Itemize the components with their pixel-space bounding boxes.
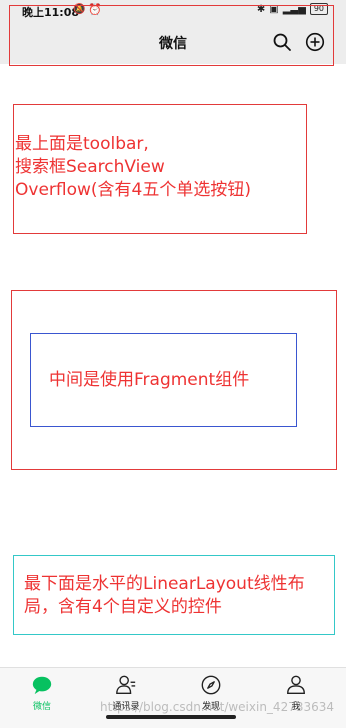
contacts-icon bbox=[116, 675, 136, 694]
toolbar-description-note: 最上面是toolbar, 搜索框SearchView Overflow(含有4五… bbox=[15, 134, 251, 200]
chat-icon bbox=[32, 676, 52, 695]
toolbar-annotation-frame bbox=[9, 5, 334, 66]
watermark: https://blog.csdn.net/weixin_42733634 bbox=[100, 700, 335, 714]
person-icon bbox=[287, 675, 305, 694]
nav-item-chats[interactable]: 微信 bbox=[12, 674, 72, 712]
nav-label-chats: 微信 bbox=[32, 702, 51, 712]
compass-icon bbox=[201, 675, 221, 695]
fragment-description-note: 中间是使用Fragment组件 bbox=[49, 370, 250, 390]
home-indicator bbox=[106, 715, 236, 719]
bottom-layout-description-note: 最下面是水平的LinearLayout线性布局，含有4个自定义的控件 bbox=[24, 574, 305, 617]
